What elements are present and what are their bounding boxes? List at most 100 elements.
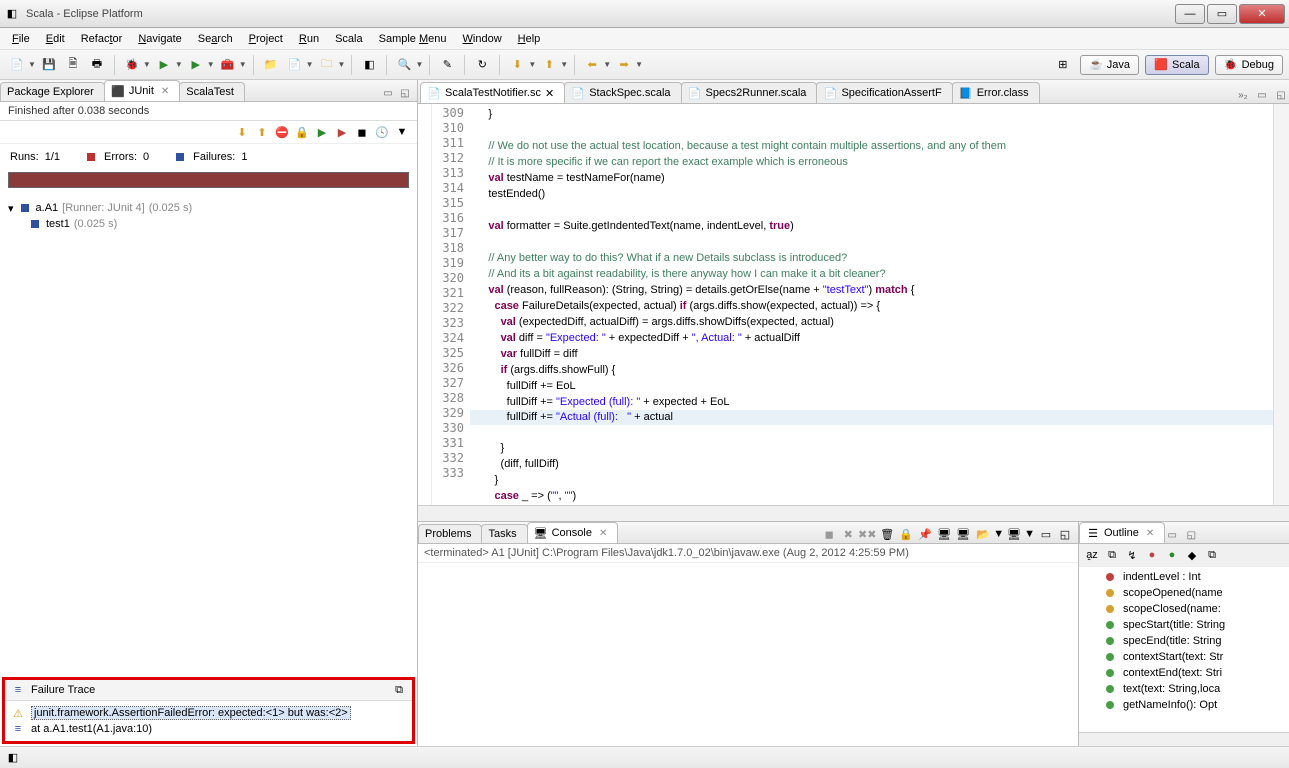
minimize-view-button[interactable]: ▭ bbox=[1164, 527, 1180, 543]
show-failures-only-button[interactable]: ⛔ bbox=[273, 123, 291, 141]
outline-item[interactable]: text(text: String,loca bbox=[1083, 681, 1285, 697]
editor-body[interactable]: 309 310 311 312 313 314 315 316 317 318 … bbox=[418, 104, 1289, 505]
history-button[interactable]: 🕓 bbox=[373, 123, 391, 141]
clear-console-button[interactable]: 🗑 bbox=[878, 525, 896, 543]
stop-button[interactable]: ◼ bbox=[353, 123, 371, 141]
open-type-button[interactable]: ◧ bbox=[358, 54, 380, 76]
outline-item[interactable]: indentLevel : Int bbox=[1083, 569, 1285, 585]
new-class-button[interactable]: 📄 bbox=[284, 54, 306, 76]
close-icon[interactable]: ✕ bbox=[599, 528, 607, 539]
search-dropdown[interactable]: ▼ bbox=[415, 60, 423, 69]
save-button[interactable]: 💾 bbox=[38, 54, 60, 76]
outline-item[interactable]: specStart(title: String bbox=[1083, 617, 1285, 633]
open-perspective-button[interactable]: ⊞ bbox=[1052, 54, 1074, 76]
remove-launch-button[interactable]: ✖ bbox=[839, 525, 857, 543]
maximize-editor-button[interactable]: ◱ bbox=[1273, 87, 1289, 103]
minimize-editor-button[interactable]: ▭ bbox=[1254, 87, 1270, 103]
menu-search[interactable]: Search bbox=[190, 31, 241, 47]
focus-button[interactable]: ⧉ bbox=[1103, 546, 1121, 564]
outline-item[interactable]: scopeOpened(name bbox=[1083, 585, 1285, 601]
forward-button[interactable]: ➡ bbox=[613, 54, 635, 76]
editor-tab-2[interactable]: 📄StackSpec.scala bbox=[564, 82, 681, 103]
display-selected-button[interactable]: 🖥 bbox=[1005, 525, 1023, 543]
link-editor-button[interactable]: ⧉ bbox=[1203, 546, 1221, 564]
external-tools-dropdown[interactable]: ▼ bbox=[239, 60, 247, 69]
new-button[interactable]: 📄 bbox=[6, 54, 28, 76]
refresh-button[interactable]: ↻ bbox=[471, 54, 493, 76]
test-case-node[interactable]: test1 (0.025 s) bbox=[8, 216, 409, 232]
tab-package-explorer[interactable]: Package Explorer bbox=[0, 82, 105, 101]
menu-help[interactable]: Help bbox=[510, 31, 549, 47]
menu-scala[interactable]: Scala bbox=[327, 31, 371, 47]
overview-ruler[interactable] bbox=[1273, 104, 1289, 505]
tab-junit[interactable]: ⬛JUnit✕ bbox=[104, 80, 180, 101]
new-package-button[interactable]: 📁 bbox=[260, 54, 282, 76]
outline-horizontal-scrollbar[interactable] bbox=[1079, 732, 1289, 746]
rerun-failed-button[interactable]: ▶ bbox=[333, 123, 351, 141]
new-folder-dropdown[interactable]: ▼ bbox=[338, 60, 346, 69]
menu-file[interactable]: File bbox=[4, 31, 38, 47]
compare-button[interactable]: ⧉ bbox=[392, 683, 406, 697]
menu-project[interactable]: Project bbox=[241, 31, 291, 47]
back-button[interactable]: ⬅ bbox=[581, 54, 603, 76]
close-button[interactable]: ✕ bbox=[1239, 4, 1285, 24]
run-last-dropdown[interactable]: ▼ bbox=[207, 60, 215, 69]
outline-item[interactable]: contextStart(text: Str bbox=[1083, 649, 1285, 665]
menu-window[interactable]: Window bbox=[455, 31, 510, 47]
hide-static-button[interactable]: ● bbox=[1143, 546, 1161, 564]
console-body[interactable] bbox=[418, 563, 1078, 746]
perspective-java[interactable]: ☕Java bbox=[1080, 55, 1139, 75]
tab-problems[interactable]: Problems bbox=[418, 524, 482, 543]
outline-body[interactable]: indentLevel : IntscopeOpened(namescopeCl… bbox=[1079, 567, 1289, 732]
editor-tab-1[interactable]: 📄ScalaTestNotifier.sc✕ bbox=[420, 82, 565, 103]
hide-fields-button[interactable]: ↯ bbox=[1123, 546, 1141, 564]
maximize-view-button[interactable]: ◱ bbox=[1183, 527, 1199, 543]
minimize-button[interactable]: — bbox=[1175, 4, 1205, 24]
minimize-view-button[interactable]: ▭ bbox=[1037, 525, 1055, 543]
hide-local-button[interactable]: ◆ bbox=[1183, 546, 1201, 564]
tab-tasks[interactable]: Tasks bbox=[481, 524, 527, 543]
perspective-debug[interactable]: 🐞Debug bbox=[1215, 55, 1283, 75]
debug-dropdown[interactable]: ▼ bbox=[143, 60, 151, 69]
tab-outline[interactable]: ☰Outline✕ bbox=[1079, 522, 1165, 543]
maximize-view-button[interactable]: ◱ bbox=[1056, 525, 1074, 543]
remove-all-button[interactable]: ✖✖ bbox=[858, 525, 876, 543]
minimize-view-button[interactable]: ▭ bbox=[380, 85, 396, 101]
close-icon[interactable]: ✕ bbox=[1146, 528, 1154, 539]
perspective-scala[interactable]: 🟥Scala bbox=[1145, 55, 1209, 75]
failure-trace-body[interactable]: ⚠ junit.framework.AssertionFailedError: … bbox=[5, 701, 412, 741]
maximize-button[interactable]: ▭ bbox=[1207, 4, 1237, 24]
editor-tab-5[interactable]: 📘Error.class bbox=[952, 82, 1040, 103]
run-button[interactable]: ▶ bbox=[153, 54, 175, 76]
outline-item[interactable]: specEnd(title: String bbox=[1083, 633, 1285, 649]
pin-console-button[interactable]: 📌 bbox=[916, 525, 934, 543]
open-console-button[interactable]: 📂 bbox=[974, 525, 992, 543]
code-area[interactable]: } // We do not use the actual test locat… bbox=[470, 104, 1273, 505]
scroll-lock-button[interactable]: 🔒 bbox=[293, 123, 311, 141]
expand-icon[interactable]: ▾ bbox=[8, 202, 14, 215]
show-list-button[interactable]: »₂ bbox=[1235, 87, 1251, 103]
next-annotation-button[interactable]: ⬇ bbox=[506, 54, 528, 76]
menu-navigate[interactable]: Navigate bbox=[130, 31, 189, 47]
menu-run[interactable]: Run bbox=[291, 31, 327, 47]
editor-horizontal-scrollbar[interactable] bbox=[418, 505, 1289, 521]
junit-tree[interactable]: ▾ a.A1 [Runner: JUnit 4] (0.025 s) test1… bbox=[0, 196, 417, 675]
menu-sample[interactable]: Sample Menu bbox=[371, 31, 455, 47]
toggle-mark-button[interactable]: ✎ bbox=[436, 54, 458, 76]
outline-item[interactable]: contextEnd(text: Stri bbox=[1083, 665, 1285, 681]
new-dropdown[interactable]: ▼ bbox=[28, 60, 36, 69]
test-suite-node[interactable]: ▾ a.A1 [Runner: JUnit 4] (0.025 s) bbox=[8, 200, 409, 216]
outline-item[interactable]: scopeClosed(name: bbox=[1083, 601, 1285, 617]
close-icon[interactable]: ✕ bbox=[161, 86, 169, 97]
trace-error-line[interactable]: ⚠ junit.framework.AssertionFailedError: … bbox=[11, 705, 406, 721]
new-folder-button[interactable]: 🗀 bbox=[316, 54, 338, 76]
view-menu-button[interactable]: ▼ bbox=[393, 123, 411, 141]
run-last-button[interactable]: ▶ bbox=[185, 54, 207, 76]
tab-scalatest[interactable]: ScalaTest bbox=[179, 82, 245, 101]
prev-failure-button[interactable]: ⬆ bbox=[253, 123, 271, 141]
tab-console[interactable]: 🖥Console✕ bbox=[527, 522, 619, 543]
menu-refactor[interactable]: Refactor bbox=[73, 31, 131, 47]
run-dropdown[interactable]: ▼ bbox=[175, 60, 183, 69]
hide-nonpublic-button[interactable]: ● bbox=[1163, 546, 1181, 564]
maximize-view-button[interactable]: ◱ bbox=[397, 85, 413, 101]
